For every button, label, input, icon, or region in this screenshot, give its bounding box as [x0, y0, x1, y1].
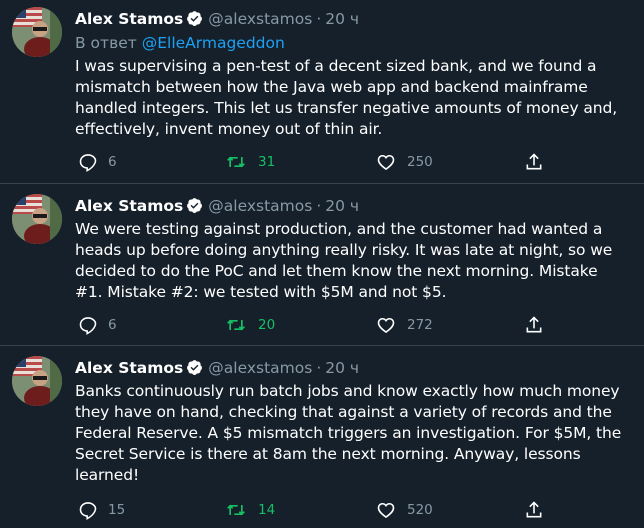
tweet-body: Alex Stamos @alexstamos · 20 ч Banks contin… [75, 346, 624, 486]
author-name[interactable]: Alex Stamos [75, 359, 183, 377]
reply-context: В ответ @ElleArmageddon [75, 31, 624, 55]
like-count: 520 [407, 502, 433, 518]
like-button[interactable]: 520 [375, 498, 433, 522]
share-icon [526, 316, 542, 333]
heart-icon [377, 317, 395, 334]
retweet-button[interactable]: 20 [224, 313, 275, 337]
reply-count: 6 [108, 154, 117, 170]
heart-icon [377, 502, 395, 519]
reply-count: 15 [108, 502, 126, 518]
tweet-text: Banks continuously run batch jobs and kn… [75, 382, 622, 484]
separator-dot: · [316, 197, 322, 215]
author-handle[interactable]: @alexstamos [208, 359, 312, 377]
reply-icon [79, 317, 97, 335]
reply-count: 6 [108, 317, 117, 333]
author-handle[interactable]: @alexstamos [208, 10, 312, 28]
heart-icon [377, 154, 395, 171]
reply-button[interactable]: 6 [78, 150, 117, 174]
reply-button[interactable]: 15 [78, 498, 125, 522]
tweet-header: Alex Stamos @alexstamos · 20 ч [75, 356, 624, 380]
share-button[interactable] [524, 498, 544, 522]
verified-badge-icon [186, 197, 203, 214]
tweet-header: Alex Stamos @alexstamos · 20 ч [75, 194, 624, 218]
tweet-body: Alex Stamos @alexstamos · 20 ч В ответ @Ell… [75, 0, 624, 140]
like-button[interactable]: 250 [375, 150, 433, 174]
author-name[interactable]: Alex Stamos [75, 10, 183, 28]
like-count: 250 [407, 154, 433, 170]
share-icon [526, 153, 542, 170]
timestamp[interactable]: 20 ч [325, 359, 359, 377]
author-name[interactable]: Alex Stamos [75, 197, 183, 215]
tweet-text: We were testing against production, and … [75, 220, 613, 301]
retweet-icon [227, 156, 245, 168]
retweet-count: 31 [258, 154, 276, 170]
tweet-1[interactable]: Alex Stamos @alexstamos · 20 ч В ответ @Ell… [0, 0, 644, 184]
like-count: 272 [407, 317, 433, 333]
separator-dot: · [316, 359, 322, 377]
retweet-count: 20 [258, 317, 276, 333]
verified-badge-icon [186, 10, 203, 27]
author-handle[interactable]: @alexstamos [208, 197, 312, 215]
tweet-body: Alex Stamos @alexstamos · 20 ч We were test… [75, 184, 624, 303]
avatar[interactable] [12, 194, 62, 244]
verified-badge-icon [186, 359, 203, 376]
tweet-header: Alex Stamos @alexstamos · 20 ч [75, 7, 624, 31]
retweet-count: 14 [258, 502, 276, 518]
retweet-icon [227, 319, 245, 331]
retweet-button[interactable]: 14 [224, 498, 275, 522]
avatar[interactable] [12, 7, 62, 57]
tweet-text: I was supervising a pen-test of a decent… [75, 57, 618, 138]
reply-to-link[interactable]: @ElleArmageddon [142, 34, 285, 52]
reply-prefix: В ответ [75, 34, 137, 52]
tweet-actions: 6 31 250 [78, 150, 608, 174]
timestamp[interactable]: 20 ч [325, 197, 359, 215]
share-button[interactable] [524, 313, 544, 337]
retweet-icon [227, 504, 245, 516]
timestamp[interactable]: 20 ч [325, 10, 359, 28]
share-button[interactable] [524, 150, 544, 174]
tweet-3[interactable]: Alex Stamos @alexstamos · 20 ч Banks contin… [0, 346, 644, 528]
tweet-actions: 6 20 272 [78, 313, 608, 337]
retweet-button[interactable]: 31 [224, 150, 275, 174]
reply-icon [79, 502, 97, 520]
reply-icon [79, 154, 97, 172]
separator-dot: · [316, 10, 322, 28]
reply-button[interactable]: 6 [78, 313, 117, 337]
tweet-2[interactable]: Alex Stamos @alexstamos · 20 ч We were test… [0, 184, 644, 346]
tweet-actions: 15 14 520 [78, 498, 608, 522]
share-icon [526, 501, 542, 518]
avatar[interactable] [12, 356, 62, 406]
like-button[interactable]: 272 [375, 313, 433, 337]
